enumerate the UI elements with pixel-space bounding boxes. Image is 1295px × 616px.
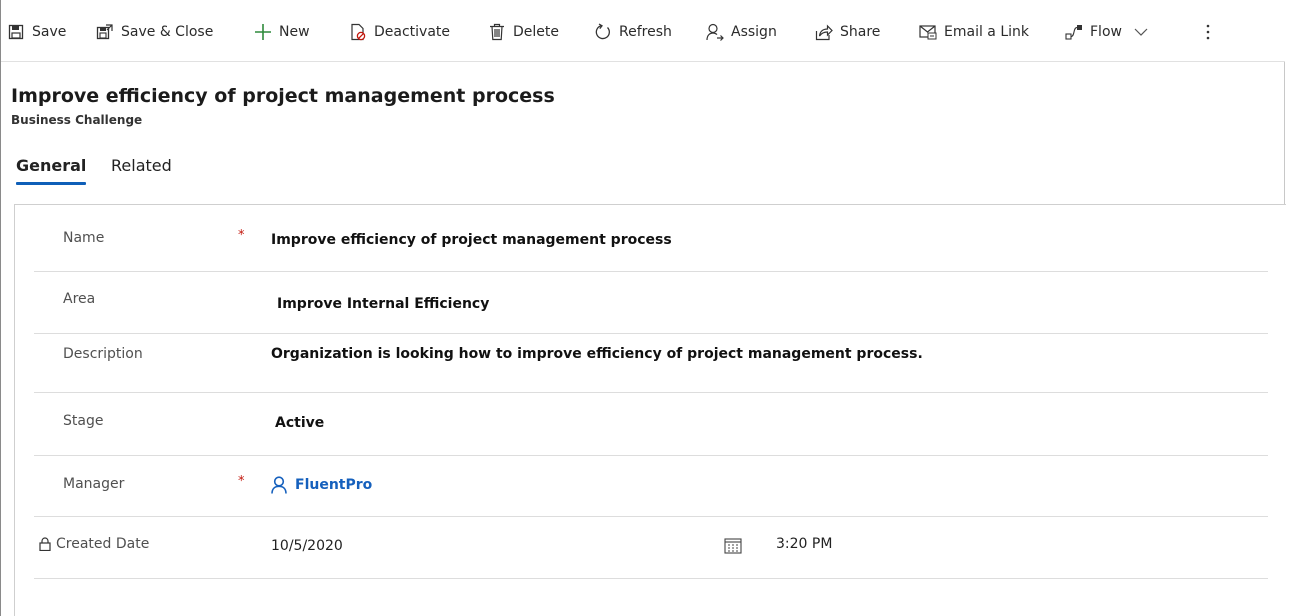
created-date-label-group: Created Date — [39, 536, 149, 552]
manager-required-marker: * — [238, 474, 245, 489]
row-divider — [34, 392, 1268, 393]
row-divider — [34, 333, 1268, 334]
flow-button[interactable]: Flow — [1065, 21, 1150, 43]
created-date-value: 10/5/2020 — [271, 538, 343, 554]
description-field[interactable]: Organization is looking how to improve e… — [271, 346, 923, 362]
save-label: Save — [32, 24, 67, 40]
stage-label: Stage — [63, 413, 104, 429]
assign-icon — [706, 23, 724, 41]
name-required-marker: * — [238, 228, 245, 243]
share-label: Share — [840, 24, 881, 40]
more-commands-button[interactable] — [1199, 21, 1224, 43]
share-icon — [815, 23, 833, 41]
plus-icon — [254, 23, 272, 41]
email-link-icon — [919, 23, 937, 41]
lock-icon — [39, 537, 51, 551]
save-close-label: Save & Close — [121, 24, 214, 40]
refresh-icon — [594, 23, 612, 41]
assign-button[interactable]: Assign — [706, 21, 777, 43]
assign-label: Assign — [731, 24, 777, 40]
chevron-down-icon[interactable] — [1132, 23, 1150, 41]
record-form-window: Save Save & Close New Deactivate Delete — [0, 0, 1286, 616]
deactivate-button[interactable]: Deactivate — [349, 21, 450, 43]
calendar-icon — [724, 537, 742, 554]
row-divider — [34, 271, 1268, 272]
save-button[interactable]: Save — [7, 21, 66, 43]
email-link-label: Email a Link — [944, 24, 1029, 40]
area-label: Area — [63, 291, 96, 307]
more-icon — [1199, 23, 1217, 41]
general-section — [14, 204, 1286, 616]
new-label: New — [279, 24, 310, 40]
user-icon — [271, 476, 287, 494]
name-label: Name — [63, 230, 105, 246]
command-bar: Save Save & Close New Deactivate Delete — [1, 0, 1285, 62]
page-title: Improve efficiency of project management… — [11, 85, 555, 107]
flow-label: Flow — [1090, 24, 1122, 40]
row-divider — [34, 455, 1268, 456]
manager-label: Manager — [63, 476, 125, 492]
refresh-button[interactable]: Refresh — [594, 21, 672, 43]
active-tab-indicator — [16, 182, 86, 185]
manager-value: FluentPro — [295, 477, 373, 493]
email-link-button[interactable]: Email a Link — [919, 21, 1029, 43]
tab-related[interactable]: Related — [111, 156, 172, 175]
row-divider — [34, 578, 1268, 579]
delete-button[interactable]: Delete — [488, 21, 559, 43]
stage-field[interactable]: Active — [275, 415, 324, 431]
manager-lookup-link[interactable]: FluentPro — [271, 476, 372, 494]
created-date-label: Created Date — [56, 536, 150, 552]
refresh-label: Refresh — [619, 24, 672, 40]
area-field[interactable]: Improve Internal Efficiency — [277, 296, 489, 312]
trash-icon — [488, 23, 506, 41]
tab-general[interactable]: General — [16, 156, 86, 175]
delete-label: Delete — [513, 24, 559, 40]
flow-icon — [1065, 23, 1083, 41]
save-icon — [7, 23, 25, 41]
description-label: Description — [63, 346, 143, 362]
save-close-icon — [96, 23, 114, 41]
row-divider — [34, 516, 1268, 517]
share-button[interactable]: Share — [815, 21, 880, 43]
new-button[interactable]: New — [254, 21, 310, 43]
deactivate-icon — [349, 23, 367, 41]
created-time-value: 3:20 PM — [776, 536, 833, 552]
save-close-button[interactable]: Save & Close — [96, 21, 213, 43]
name-field[interactable]: Improve efficiency of project management… — [271, 232, 672, 248]
entity-name: Business Challenge — [11, 113, 143, 127]
deactivate-label: Deactivate — [374, 24, 451, 40]
